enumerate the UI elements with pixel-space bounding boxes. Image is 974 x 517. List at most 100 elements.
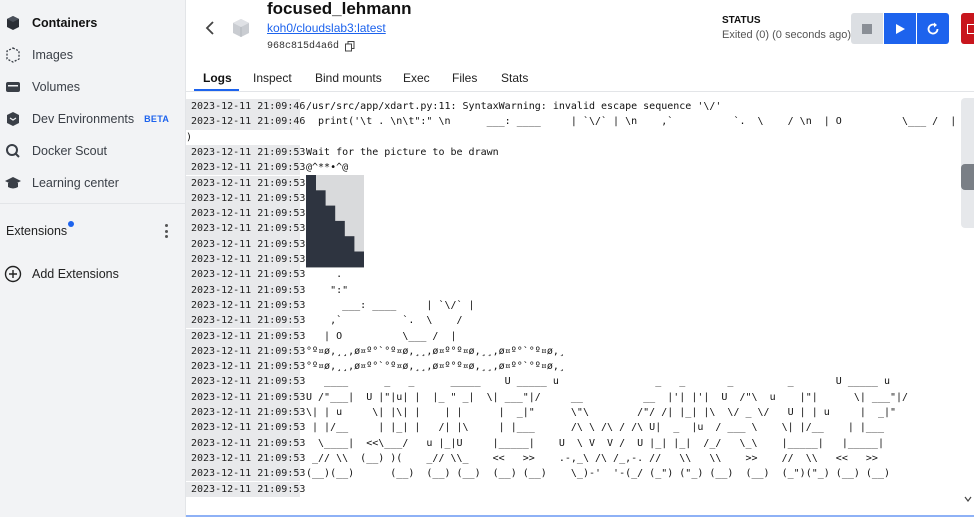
- sidebar-item-learning-center[interactable]: Learning center: [0, 169, 186, 197]
- add-extensions-label: Add Extensions: [32, 267, 119, 281]
- log-timestamp: 2023-12-11 21:09:46: [186, 99, 305, 115]
- clear-logs-icon[interactable]: [961, 196, 974, 222]
- sidebar-item-label: Containers: [32, 16, 98, 30]
- log-message: /usr/src/app/xdart.py:11: SyntaxWarning:…: [306, 101, 722, 112]
- kebab-menu-icon[interactable]: [164, 224, 168, 238]
- sidebar-item-label: Learning center: [32, 176, 119, 190]
- timestamps-toggle-icon[interactable]: [961, 164, 974, 190]
- active-tab-indicator: [194, 89, 239, 91]
- log-line: 2023-12-11 21:09:53: [186, 206, 306, 222]
- log-viewer[interactable]: 2023-12-11 21:09:46/usr/src/app/xdart.py…: [186, 92, 961, 517]
- sidebar-item-label: Volumes: [32, 80, 80, 94]
- add-extensions-button[interactable]: Add Extensions: [0, 260, 186, 288]
- restart-button[interactable]: [917, 13, 949, 44]
- log-timestamp: 2023-12-11 21:09:53: [186, 420, 305, 436]
- delete-button[interactable]: [961, 13, 974, 44]
- log-line: 2023-12-11 21:09:46 print('\t . \n\t":" …: [186, 114, 961, 130]
- sidebar-item-dev-environments[interactable]: Dev Environments BETA: [0, 105, 186, 133]
- scroll-down-icon[interactable]: [964, 490, 972, 502]
- restart-icon: [927, 22, 939, 34]
- log-timestamp: 2023-12-11 21:09:53: [186, 405, 305, 421]
- tab-stats[interactable]: Stats: [501, 71, 528, 92]
- log-line: 2023-12-11 21:09:53 °º¤ø,¸¸,ø¤º°`°º¤ø,¸¸,…: [186, 343, 565, 360]
- trash-icon: [967, 23, 974, 34]
- log-message: ____ _ _ _____ U _____ u _ _ _ _ U _____…: [306, 376, 890, 388]
- log-timestamp: 2023-12-11 21:09:53: [186, 236, 305, 252]
- sidebar-item-containers[interactable]: Containers: [0, 9, 186, 37]
- copy-logs-icon[interactable]: [961, 132, 974, 158]
- play-icon: [896, 23, 905, 34]
- sidebar-divider: [0, 203, 186, 204]
- log-timestamp: 2023-12-11 21:09:53: [186, 343, 305, 360]
- sidebar-item-docker-scout[interactable]: Docker Scout: [0, 137, 186, 165]
- log-message: ___: ____ | `\/` |: [306, 299, 475, 311]
- log-line: 2023-12-11 21:09:53 \____| <<\___/ u |_|…: [186, 435, 884, 451]
- status-label: STATUS: [722, 15, 761, 26]
- log-line: 2023-12-11 21:09:53: [186, 236, 306, 252]
- log-message: ":": [306, 284, 349, 296]
- log-timestamp: 2023-12-11 21:09:53: [186, 328, 305, 344]
- log-message: | |/__ | |_| | /| |\ | |___ /\ \ /\ / /\…: [306, 422, 884, 434]
- log-line: 2023-12-11 21:09:53 | |/__ | |_| | /| |\…: [186, 420, 884, 436]
- log-message: (__)(__) (__) (__) (__) (__) (__) \_)-' …: [306, 468, 890, 480]
- log-timestamp: 2023-12-11 21:09:53: [186, 190, 305, 207]
- image-link[interactable]: koh0/cloudslab3:latest: [267, 21, 386, 35]
- log-timestamp: 2023-12-11 21:09:53: [186, 252, 305, 268]
- log-line: 2023-12-11 21:09:53 ":": [186, 282, 349, 298]
- log-message: .: [306, 269, 343, 281]
- log-line: 2023-12-11 21:09:53 ___: ____ | `\/` |: [186, 297, 475, 314]
- log-line: 2023-12-11 21:09:53: [186, 190, 306, 207]
- log-line: 2023-12-11 21:09:53: [186, 252, 306, 268]
- log-timestamp: 2023-12-11 21:09:53: [186, 206, 305, 222]
- notification-dot: [68, 221, 75, 227]
- tab-files[interactable]: Files: [452, 71, 477, 92]
- log-message: \____| <<\___/ u |_|U |_____| U \ V V / …: [306, 437, 884, 449]
- copy-icon[interactable]: [345, 41, 355, 52]
- log-message: @^**•^@: [306, 162, 349, 174]
- container-name: focused_lehmann: [267, 0, 412, 18]
- log-line: 2023-12-11 21:09:53 .: [186, 267, 343, 283]
- log-message: print('\t . \n\t":" \n ___: ____ | `\/` …: [306, 116, 961, 128]
- log-toolbar: [961, 98, 974, 228]
- stop-button[interactable]: [851, 13, 883, 44]
- log-timestamp: 2023-12-11 21:09:53: [186, 160, 305, 176]
- docker-scout-icon: [4, 142, 22, 160]
- sidebar: Containers Images Volumes Dev Environmen…: [0, 0, 186, 517]
- log-line: 2023-12-11 21:09:53 ____ _ _ _____ U ___…: [186, 374, 890, 390]
- ascii-picture: [306, 175, 364, 268]
- plus-circle-icon: [4, 265, 22, 283]
- tab-exec[interactable]: Exec: [403, 71, 430, 92]
- extensions-section[interactable]: Extensions: [0, 218, 186, 244]
- tab-bar: Logs Inspect Bind mounts Exec Files Stat…: [186, 66, 974, 92]
- search-icon[interactable]: [961, 100, 974, 126]
- log-timestamp: 2023-12-11 21:09:53: [186, 282, 305, 298]
- log-message: ,` `. \ /: [306, 315, 463, 327]
- images-icon: [4, 46, 22, 64]
- log-message: | O \___ / |: [306, 330, 457, 342]
- log-timestamp: 2023-12-11 21:09:53: [186, 313, 305, 329]
- sidebar-item-label: Docker Scout: [32, 144, 108, 158]
- sidebar-item-volumes[interactable]: Volumes: [0, 73, 186, 101]
- log-timestamp: 2023-12-11 21:09:53: [186, 466, 305, 482]
- tab-inspect[interactable]: Inspect: [253, 71, 292, 92]
- log-line: 2023-12-11 21:09:53 \| | u \| |\| | | | |…: [186, 405, 896, 421]
- back-button[interactable]: [202, 18, 218, 38]
- start-button[interactable]: [884, 13, 916, 44]
- chevron-left-icon: [205, 21, 214, 35]
- log-timestamp: 2023-12-11 21:09:53: [186, 435, 305, 451]
- log-timestamp: 2023-12-11 21:09:53: [186, 144, 305, 161]
- log-message: Wait for the picture to be drawn: [306, 146, 499, 158]
- log-line: 2023-12-11 21:09:53: [186, 221, 306, 237]
- docker-desktop-window: Containers Images Volumes Dev Environmen…: [0, 0, 974, 517]
- volumes-icon: [4, 78, 22, 96]
- log-line: 2023-12-11 21:09:53 (__)(__) (__) (__) (_…: [186, 466, 890, 482]
- extensions-label-text: Extensions: [6, 224, 68, 238]
- tab-bind-mounts[interactable]: Bind mounts: [315, 71, 382, 92]
- log-timestamp: 2023-12-11 21:09:46: [186, 114, 305, 130]
- log-line: 2023-12-11 21:09:53 @^**•^@: [186, 160, 349, 176]
- status-value: Exited (0) (0 seconds ago): [722, 29, 852, 41]
- log-line: 2023-12-11 21:09:46/usr/src/app/xdart.py…: [186, 99, 722, 115]
- sidebar-item-images[interactable]: Images: [0, 41, 186, 69]
- sidebar-item-label: Images: [32, 48, 73, 62]
- container-id-text: 968c815d4a6d: [267, 41, 340, 52]
